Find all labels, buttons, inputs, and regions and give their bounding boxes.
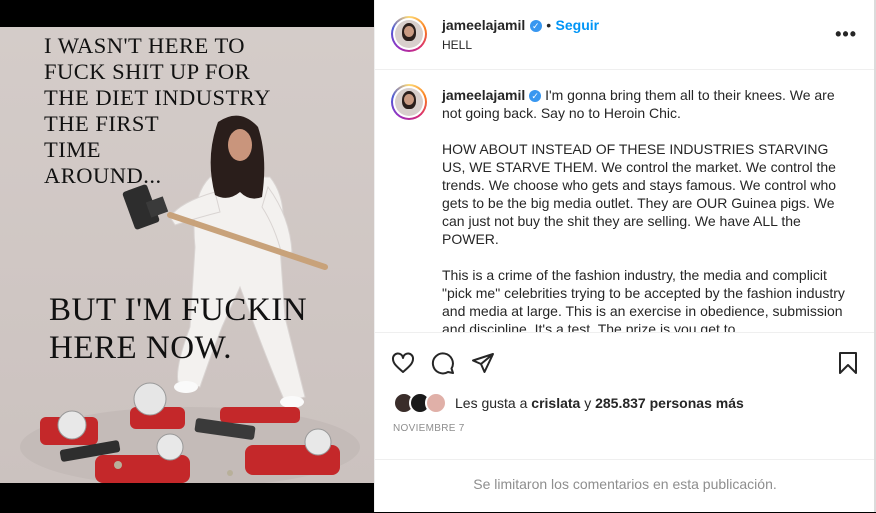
caption-area[interactable]: jameelajamil ✓ I'm gonna bring them all … — [375, 70, 875, 332]
avatar-image — [395, 20, 423, 48]
comments-footer: Se limitaron los comentarios en esta pub… — [375, 459, 875, 513]
poster-text-line: I WASN'T HERE TO — [44, 33, 246, 58]
likes-summary[interactable]: Les gusta a crislata y 285.837 personas … — [393, 392, 744, 414]
heart-icon[interactable] — [391, 351, 415, 375]
poster-text-line: FUCK SHIT UP FOR — [44, 59, 251, 84]
author-username[interactable]: jameelajamil — [442, 17, 525, 33]
share-icon[interactable] — [471, 351, 495, 375]
verified-badge-icon: ✓ — [529, 20, 542, 32]
post-location[interactable]: HELL — [442, 38, 472, 52]
follow-button[interactable]: Seguir — [556, 17, 600, 33]
poster-text-line: THE DIET INDUSTRY — [44, 85, 271, 110]
verified-badge-icon: ✓ — [529, 90, 542, 102]
comment-icon[interactable] — [431, 351, 455, 375]
avatar[interactable] — [391, 16, 427, 52]
likes-conj: y — [584, 395, 592, 411]
avatar-image — [395, 88, 423, 116]
comments-limited-notice: Se limitaron los comentarios en esta pub… — [473, 476, 777, 492]
poster-text-line: TIME — [44, 137, 101, 162]
likes-count[interactable]: 285.837 personas más — [595, 395, 744, 411]
poster-text-line: THE FIRST — [44, 111, 160, 136]
caption-paragraph: HOW ABOUT INSTEAD OF THESE INDUSTRIES ST… — [442, 141, 837, 247]
post-date[interactable]: NOVIEMBRE 7 — [393, 423, 465, 434]
post-panel: jameelajamil ✓ • Seguir HELL ••• jameela… — [374, 0, 875, 512]
likes-user[interactable]: crislata — [531, 395, 580, 411]
caption-avatar[interactable] — [391, 84, 427, 120]
caption-username[interactable]: jameelajamil — [442, 87, 525, 103]
liker-avatar[interactable] — [425, 392, 447, 414]
more-options-icon[interactable]: ••• — [835, 24, 857, 45]
bookmark-icon[interactable] — [838, 351, 858, 375]
poster-text-line: AROUND... — [44, 163, 162, 188]
post-header: jameelajamil ✓ • Seguir HELL ••• — [375, 0, 875, 70]
separator-dot: • — [546, 17, 552, 33]
caption-paragraph: This is a crime of the fashion industry,… — [442, 267, 845, 332]
post-image[interactable]: I WASN'T HERE TO FUCK SHIT UP FOR THE DI… — [0, 27, 374, 483]
post-image-container[interactable]: I WASN'T HERE TO FUCK SHIT UP FOR THE DI… — [0, 0, 374, 512]
poster-big-text-line: HERE NOW. — [49, 330, 232, 366]
likes-prefix: Les gusta a — [455, 395, 528, 411]
poster-big-text-line: BUT I'M FUCKIN — [49, 292, 308, 328]
caption-text: jameelajamil ✓ I'm gonna bring them all … — [442, 86, 850, 332]
